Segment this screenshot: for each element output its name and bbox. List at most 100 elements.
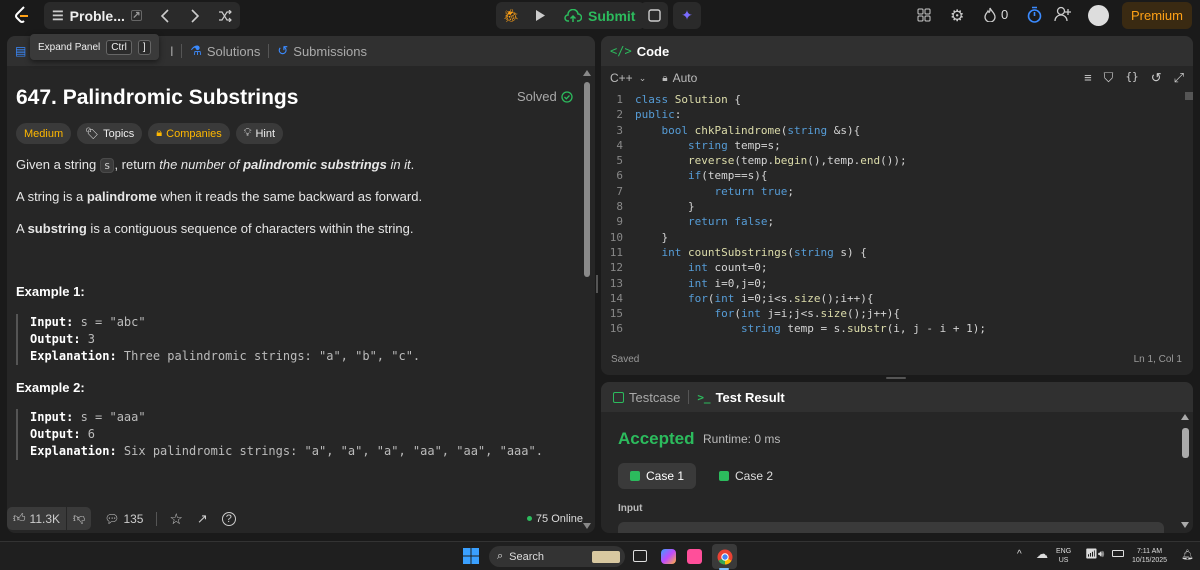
tab-submissions[interactable]: ↺ Submissions xyxy=(269,43,375,59)
code-line[interactable]: 16 string temp = s. substr (i, j - i + 1); xyxy=(601,321,1181,336)
case-1-button[interactable]: Case 1 xyxy=(618,463,697,489)
ai-assistant-button[interactable]: ✦ xyxy=(673,2,701,29)
statement-emphasis: the number of xyxy=(159,157,244,172)
note-icon xyxy=(647,9,661,22)
braces-icon[interactable]: {} xyxy=(1125,70,1138,86)
code-line[interactable]: 10 } xyxy=(601,230,1181,245)
task-view-icon[interactable] xyxy=(633,550,647,562)
code-line[interactable]: 5 reverse (temp. begin (),temp. end ()); xyxy=(601,153,1181,168)
leetcode-logo-icon[interactable] xyxy=(12,5,32,25)
maximize-icon[interactable]: ⤢ xyxy=(1174,70,1184,86)
settings-button[interactable]: ⚙ xyxy=(950,6,964,26)
code-token: int xyxy=(740,307,768,321)
random-problem-button[interactable] xyxy=(210,2,240,29)
problem-title[interactable]: 647. Palindromic Substrings xyxy=(16,86,298,110)
check-icon xyxy=(719,471,729,481)
result-scrollbar[interactable] xyxy=(1181,412,1190,532)
submit-label: Submit xyxy=(588,7,636,24)
scroll-up-arrow[interactable] xyxy=(1181,414,1189,420)
volume-icon[interactable]: 🔊︎ xyxy=(1098,549,1104,560)
streak-counter[interactable]: 0 xyxy=(984,7,1008,22)
code-line[interactable]: 3 bool chkPalindrome(string &s){ xyxy=(601,123,1181,138)
scroll-thumb[interactable] xyxy=(1182,428,1189,458)
timer-button[interactable] xyxy=(1027,6,1042,28)
code-line[interactable]: 6 if (temp==s){ xyxy=(601,168,1181,183)
scroll-up-arrow[interactable] xyxy=(583,70,591,76)
tab-test-result[interactable]: >_ Test Result xyxy=(689,390,792,405)
example-input: s = "aaa" xyxy=(73,410,146,424)
hint-button[interactable]: 💡︎ Hint xyxy=(235,123,284,144)
autocomplete-toggle[interactable]: 🔒︎ Auto xyxy=(662,71,697,85)
description-scrollbar[interactable] xyxy=(583,68,591,533)
line-number: 10 xyxy=(609,230,623,244)
code-line[interactable]: 7 return true; xyxy=(601,184,1181,199)
code-line[interactable]: 12 int count=0; xyxy=(601,260,1181,275)
difficulty-badge: Medium xyxy=(16,123,72,144)
tray-chevron-icon[interactable]: ^ xyxy=(1017,549,1022,560)
tab-testcase[interactable]: Testcase xyxy=(605,390,688,405)
code-line[interactable]: 1 class Solution { xyxy=(601,92,1181,107)
layout-button[interactable] xyxy=(917,8,931,27)
vertical-resize-handle[interactable] xyxy=(596,275,598,293)
tab-code[interactable]: Code xyxy=(637,44,670,59)
code-token: i=0;i<s. xyxy=(740,291,794,305)
palindromic-link[interactable]: palindromic substrings xyxy=(243,157,387,172)
code-editor[interactable]: 1 class Solution {2 public:3 bool chkPalin… xyxy=(601,92,1181,337)
comments-button[interactable]: 💬︎ 135 xyxy=(104,512,143,526)
language-indicator[interactable]: ENG US xyxy=(1056,547,1071,565)
code-line[interactable]: 2 public: xyxy=(601,107,1181,122)
language-select[interactable]: C++ ⌄ xyxy=(610,71,646,85)
solved-label: Solved xyxy=(517,89,557,104)
submit-button[interactable]: Submit xyxy=(554,2,645,29)
code-token: int xyxy=(687,276,715,290)
code-token: Solution xyxy=(674,93,728,106)
problem-list-button[interactable]: ☰ Proble... ↗ xyxy=(44,2,150,29)
panel-resize-handle[interactable] xyxy=(886,377,906,379)
format-icon[interactable]: ≡ xyxy=(1084,70,1092,86)
scroll-down-arrow[interactable] xyxy=(1181,522,1189,528)
code-token: (temp==s){ xyxy=(701,169,768,183)
bookmark-icon[interactable]: ⛉ xyxy=(1104,70,1114,86)
code-line[interactable]: 13 int i=0,j=0; xyxy=(601,276,1181,291)
code-token: count=0; xyxy=(714,261,768,275)
copilot-icon[interactable] xyxy=(661,549,676,564)
code-line[interactable]: 11 int countSubstrings(string s) { xyxy=(601,245,1181,260)
battery-icon[interactable] xyxy=(1112,550,1124,557)
open-external-icon[interactable]: ↗ xyxy=(130,10,142,21)
avatar[interactable] xyxy=(1088,5,1109,26)
scroll-thumb[interactable] xyxy=(584,82,590,277)
taskbar-search[interactable]: ⌕ Search xyxy=(489,546,625,567)
topics-button[interactable]: 🏷︎ Topics xyxy=(77,123,143,144)
tab-editorial[interactable]: l xyxy=(162,44,181,59)
notification-icon[interactable]: 🔔︎ xyxy=(1181,550,1194,561)
dislike-button[interactable]: 👎︎ xyxy=(67,507,92,530)
cloud-icon[interactable]: ☁ xyxy=(1036,547,1048,561)
start-button[interactable] xyxy=(463,548,479,564)
star-icon[interactable]: ☆ xyxy=(169,510,182,528)
editor-scrollbar[interactable] xyxy=(1185,92,1193,100)
code-line[interactable]: 14 for(int i=0;i<s. size ();i++){ xyxy=(601,291,1181,306)
app-icon[interactable] xyxy=(687,549,702,564)
wifi-icon[interactable]: 📶︎ xyxy=(1085,549,1098,560)
reset-icon[interactable]: ↺ xyxy=(1151,70,1162,86)
premium-button[interactable]: Premium xyxy=(1122,2,1192,29)
prev-problem-button[interactable] xyxy=(150,2,180,29)
code-line[interactable]: 4 string temp=s; xyxy=(601,138,1181,153)
next-problem-button[interactable] xyxy=(180,2,210,29)
share-icon[interactable]: ↗ xyxy=(197,511,208,527)
debug-button[interactable]: 🐞︎ xyxy=(496,2,526,29)
like-button[interactable]: 👍︎ 11.3K xyxy=(7,507,67,530)
code-line[interactable]: 15 for(int j=i;j<s. size ();j++){ xyxy=(601,306,1181,321)
notes-button[interactable] xyxy=(640,2,668,29)
code-token: ; xyxy=(767,215,775,229)
chrome-icon[interactable] xyxy=(712,544,737,569)
tab-solutions[interactable]: ⚗ Solutions xyxy=(182,43,268,59)
help-icon[interactable]: ? xyxy=(221,511,236,526)
case-2-button[interactable]: Case 2 xyxy=(707,463,785,489)
code-line[interactable]: 8 } xyxy=(601,199,1181,214)
code-line[interactable]: 9 return false; xyxy=(601,214,1181,229)
companies-button[interactable]: 🔒︎ Companies xyxy=(148,123,230,144)
invite-button[interactable] xyxy=(1054,6,1072,27)
run-button[interactable] xyxy=(526,2,554,29)
clock[interactable]: 7:11 AM 10/15/2025 xyxy=(1132,547,1167,565)
